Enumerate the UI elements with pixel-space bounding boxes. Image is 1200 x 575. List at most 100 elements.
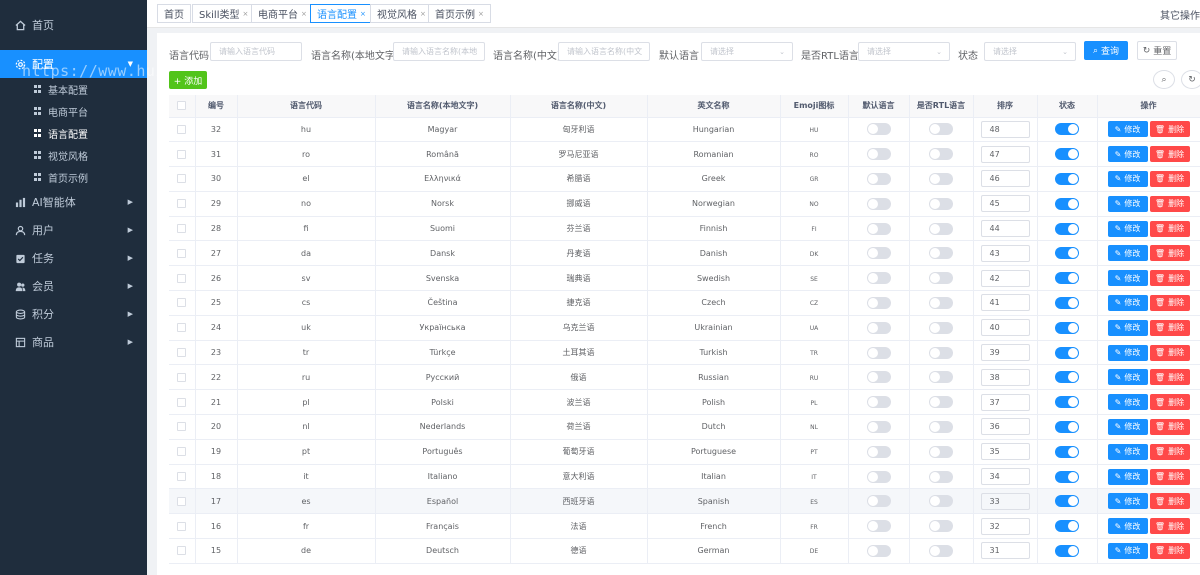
select-all-checkbox[interactable]: [169, 95, 196, 118]
rtl-switch[interactable]: [929, 197, 953, 210]
edit-button[interactable]: ✎ 修改: [1107, 443, 1148, 460]
delete-button[interactable]: 🗑 删除: [1149, 394, 1190, 411]
edit-button[interactable]: ✎ 修改: [1107, 394, 1148, 411]
default-language-switch[interactable]: [866, 544, 891, 557]
rtl-switch[interactable]: [929, 495, 953, 508]
default-language-switch[interactable]: [866, 172, 891, 185]
native-name-search-input[interactable]: 请输入语言名称(本地: [393, 42, 485, 61]
rtl-switch[interactable]: [929, 520, 953, 533]
row-select-cell[interactable]: [169, 488, 196, 515]
status-switch[interactable]: [1055, 296, 1079, 309]
default-language-switch[interactable]: [866, 470, 891, 483]
sort-input[interactable]: 44: [980, 220, 1030, 238]
row-select-cell[interactable]: [169, 191, 196, 217]
default-language-switch[interactable]: [866, 371, 891, 384]
default-language-switch[interactable]: [866, 296, 891, 309]
status-switch[interactable]: [1055, 371, 1079, 384]
sort-input[interactable]: 47: [980, 145, 1030, 163]
delete-button[interactable]: 🗑 删除: [1149, 195, 1190, 212]
row-select-cell[interactable]: [169, 141, 196, 168]
status-switch[interactable]: [1055, 321, 1079, 334]
row-select-cell[interactable]: [169, 166, 196, 192]
checkbox[interactable]: [177, 521, 187, 531]
cn-name-search-input[interactable]: 请输入语言名称(中文: [558, 42, 650, 61]
edit-button[interactable]: ✎ 修改: [1107, 146, 1148, 163]
sort-input[interactable]: 34: [980, 468, 1030, 486]
sort-input[interactable]: 45: [980, 195, 1030, 213]
add-button[interactable]: + 添加: [169, 71, 207, 89]
sidebar-subitem-basic-config[interactable]: 基本配置: [0, 78, 147, 100]
edit-button[interactable]: ✎ 修改: [1107, 270, 1148, 287]
rtl-select[interactable]: 请选择 ⌄: [858, 42, 950, 61]
search-button[interactable]: ⌕ 查询: [1084, 41, 1128, 60]
checkbox[interactable]: [177, 397, 187, 407]
toggle-search-button[interactable]: ⌕: [1153, 70, 1175, 89]
sort-input[interactable]: 39: [980, 344, 1030, 362]
sort-input[interactable]: 41: [980, 294, 1030, 312]
edit-button[interactable]: ✎ 修改: [1107, 468, 1148, 485]
status-switch[interactable]: [1055, 495, 1079, 508]
sidebar-subitem-ecommerce[interactable]: 电商平台: [0, 100, 147, 122]
row-select-cell[interactable]: [169, 364, 196, 391]
status-switch[interactable]: [1055, 544, 1079, 557]
delete-button[interactable]: 🗑 删除: [1149, 344, 1190, 361]
checkbox[interactable]: [177, 199, 187, 209]
default-language-switch[interactable]: [866, 272, 891, 285]
rtl-switch[interactable]: [929, 296, 953, 309]
default-language-switch[interactable]: [866, 495, 891, 508]
tab-visual-style[interactable]: 视觉风格 ×: [370, 4, 433, 23]
delete-button[interactable]: 🗑 删除: [1149, 518, 1190, 535]
default-language-switch[interactable]: [866, 445, 891, 458]
tab-skill-type[interactable]: Skill类型 ×: [192, 4, 256, 23]
edit-button[interactable]: ✎ 修改: [1107, 518, 1148, 535]
close-icon[interactable]: ×: [478, 10, 484, 18]
default-language-switch[interactable]: [866, 520, 891, 533]
edit-button[interactable]: ✎ 修改: [1107, 319, 1148, 336]
edit-button[interactable]: ✎ 修改: [1107, 245, 1148, 262]
edit-button[interactable]: ✎ 修改: [1107, 493, 1148, 510]
sort-input[interactable]: 37: [980, 393, 1030, 411]
delete-button[interactable]: 🗑 删除: [1149, 270, 1190, 287]
checkbox[interactable]: [177, 149, 187, 159]
default-language-switch[interactable]: [866, 420, 891, 433]
delete-button[interactable]: 🗑 删除: [1149, 418, 1190, 435]
status-switch[interactable]: [1055, 445, 1079, 458]
rtl-switch[interactable]: [929, 470, 953, 483]
delete-button[interactable]: 🗑 删除: [1149, 369, 1190, 386]
checkbox[interactable]: [177, 323, 187, 333]
row-select-cell[interactable]: [169, 513, 196, 540]
row-select-cell[interactable]: [169, 315, 196, 341]
row-select-cell[interactable]: [169, 265, 196, 292]
refresh-button[interactable]: ↻: [1181, 70, 1200, 89]
default-language-switch[interactable]: [866, 197, 891, 210]
rtl-switch[interactable]: [929, 123, 953, 136]
row-select-cell[interactable]: [169, 117, 196, 143]
sidebar-item-points[interactable]: 积分 ▶: [0, 300, 147, 328]
sort-input[interactable]: 43: [980, 244, 1030, 262]
checkbox[interactable]: [177, 447, 187, 457]
sidebar-item-home[interactable]: 首页: [0, 11, 147, 39]
delete-button[interactable]: 🗑 删除: [1149, 121, 1190, 138]
rtl-switch[interactable]: [929, 544, 953, 557]
code-search-input[interactable]: 请输入语言代码: [210, 42, 302, 61]
close-icon[interactable]: ×: [242, 10, 248, 18]
sidebar-item-members[interactable]: 会员 ▶: [0, 272, 147, 300]
rtl-switch[interactable]: [929, 346, 953, 359]
status-switch[interactable]: [1055, 396, 1079, 409]
sort-input[interactable]: 42: [980, 269, 1030, 287]
delete-button[interactable]: 🗑 删除: [1149, 468, 1190, 485]
checkbox[interactable]: [177, 472, 187, 482]
status-switch[interactable]: [1055, 520, 1079, 533]
other-ops-dropdown[interactable]: 其它操作: [1160, 7, 1200, 22]
sort-input[interactable]: 38: [980, 368, 1030, 386]
status-switch[interactable]: [1055, 222, 1079, 235]
sidebar-item-ai-agent[interactable]: AI智能体 ▶: [0, 188, 147, 216]
tab-home[interactable]: 首页: [157, 4, 191, 23]
default-language-select[interactable]: 请选择 ⌄: [701, 42, 793, 61]
edit-button[interactable]: ✎ 修改: [1107, 542, 1148, 559]
sidebar-subitem-language-config[interactable]: 语言配置: [0, 122, 147, 144]
status-switch[interactable]: [1055, 346, 1079, 359]
row-select-cell[interactable]: [169, 389, 196, 416]
checkbox[interactable]: [177, 248, 187, 258]
default-language-switch[interactable]: [866, 321, 891, 334]
